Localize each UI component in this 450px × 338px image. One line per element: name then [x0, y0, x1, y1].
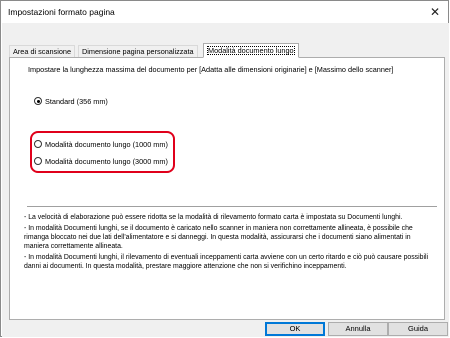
tab-panel-long-document: Impostare la lunghezza massima del docum… [9, 57, 445, 320]
panel-description: Impostare la lunghezza massima del docum… [28, 65, 394, 74]
highlight-annotation [30, 131, 175, 173]
tab-long-document-mode[interactable]: Modalità documento lungo [203, 43, 299, 58]
title-bar: Impostazioni formato pagina ✕ [1, 1, 448, 23]
tab-label: Area di scansione [13, 47, 72, 56]
tab-custom-page-size[interactable]: Dimensione pagina personalizzata [78, 45, 198, 57]
close-icon: ✕ [429, 5, 441, 19]
close-button[interactable]: ✕ [422, 1, 448, 23]
notes-section: - La velocità di elaborazione può essere… [24, 213, 434, 273]
help-button[interactable]: Guida [388, 322, 448, 336]
tab-label: Dimensione pagina personalizzata [82, 47, 194, 56]
dialog-client-area: Area di scansione Dimensione pagina pers… [2, 23, 449, 337]
cancel-button[interactable]: Annulla [328, 322, 388, 336]
note-jam: - In modalità Documenti lunghi, il rilev… [24, 254, 429, 270]
page-setup-dialog: Impostazioni formato pagina ✕ Area di sc… [0, 0, 449, 337]
window-title: Impostazioni formato pagina [8, 7, 115, 17]
note-speed: - La velocità di elaborazione può essere… [24, 214, 403, 221]
separator [27, 206, 437, 207]
radio-label: Standard (356 mm) [45, 96, 108, 106]
tab-label: Modalità documento lungo [207, 46, 295, 55]
tab-scan-area[interactable]: Area di scansione [9, 45, 76, 57]
radio-standard[interactable]: Standard (356 mm) [34, 95, 108, 107]
ok-button[interactable]: OK [265, 322, 325, 336]
note-skew: - In modalità Documenti lunghi, se il do… [24, 225, 413, 250]
radio-button-icon[interactable] [34, 97, 42, 105]
